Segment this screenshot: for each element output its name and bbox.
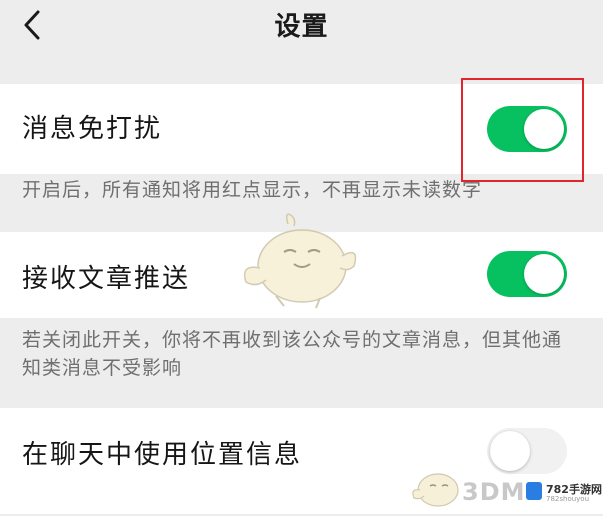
- article-push-toggle[interactable]: [487, 251, 567, 297]
- page-title: 设置: [274, 12, 329, 42]
- badge-subtext: 782shouyou: [546, 495, 590, 503]
- highlight-annotation-box: [461, 78, 584, 182]
- mascot-watermark-icon: [236, 206, 366, 316]
- toggle-knob: [524, 254, 564, 294]
- badge-logo-icon: [526, 482, 542, 500]
- setting-label-location-in-chat: 在聊天中使用位置信息: [22, 440, 303, 470]
- setting-label-do-not-disturb: 消息免打扰: [22, 114, 163, 144]
- toggle-knob: [490, 431, 530, 471]
- location-in-chat-toggle[interactable]: [487, 428, 567, 474]
- watermark-3dm-logo: 3DM: [462, 478, 526, 506]
- mascot-small-watermark-icon: [408, 462, 468, 512]
- setting-hint-article-push: 若关闭此开关，你将不再收到该公众号的文章消息，但其他通知类消息不受影响: [22, 329, 563, 379]
- setting-label-article-push: 接收文章推送: [22, 264, 191, 294]
- watermark-badge: 782手游网 782shouyou: [524, 478, 602, 508]
- top-bar: 设置: [0, 0, 603, 60]
